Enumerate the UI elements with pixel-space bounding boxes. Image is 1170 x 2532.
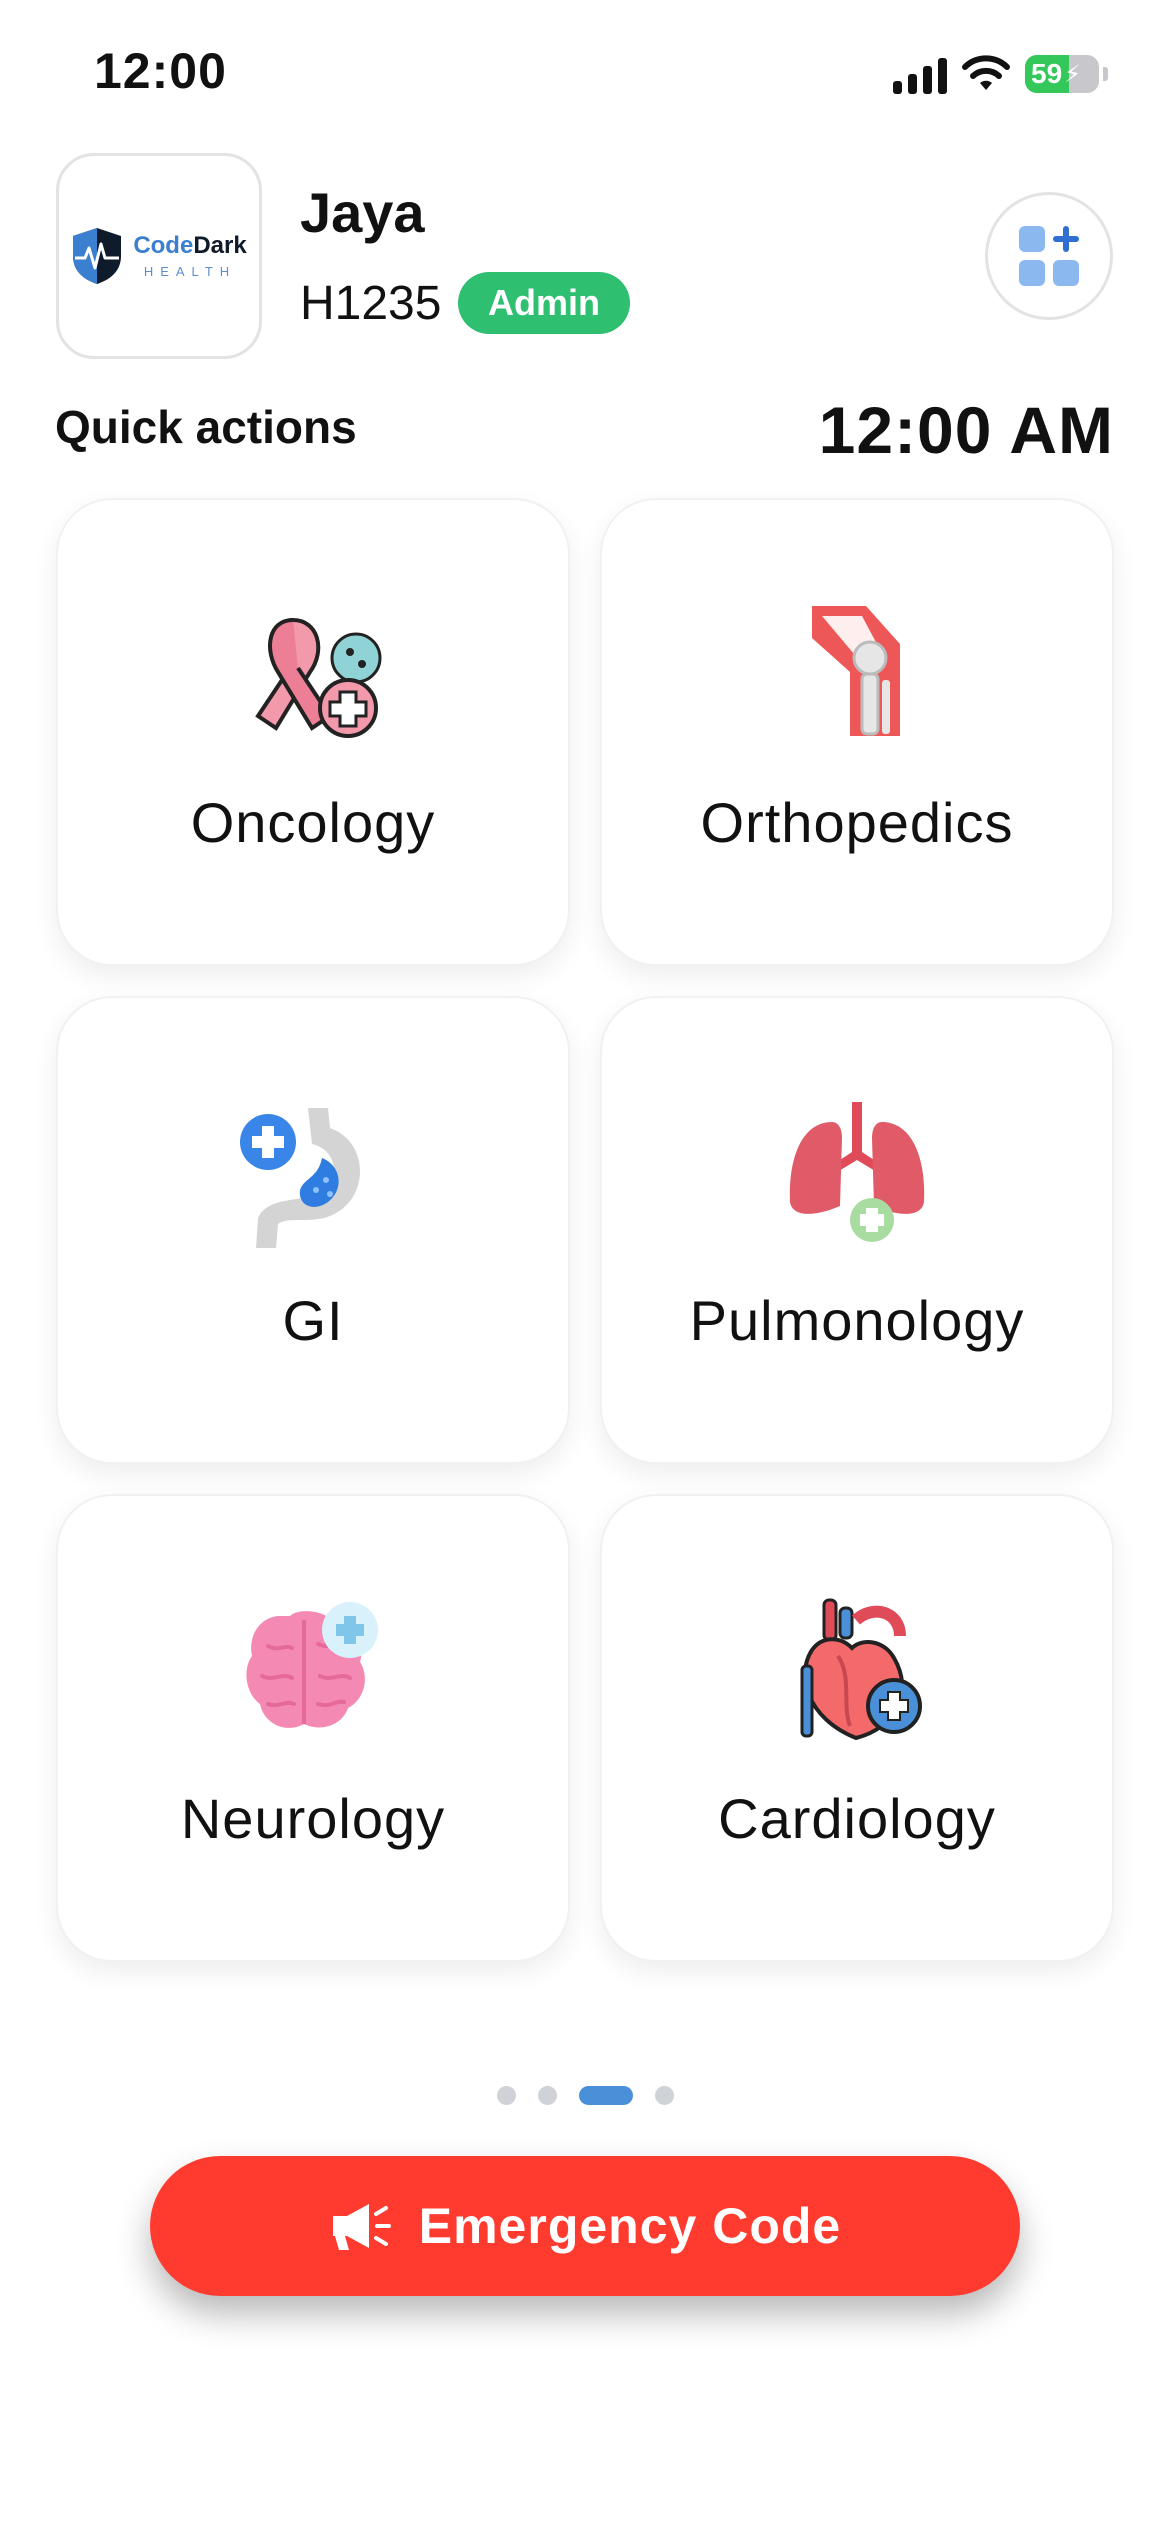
emergency-code-label: Emergency Code xyxy=(418,2198,842,2254)
wifi-icon xyxy=(962,55,1010,90)
brain-icon xyxy=(246,1602,378,1728)
cellular-signal-icon xyxy=(893,54,947,94)
grid-plus-icon xyxy=(1019,226,1079,286)
quick-actions-grid: Oncology Orthopedics GI Pulmonology Neur… xyxy=(56,498,1114,1962)
card-label-cardiology: Cardiology xyxy=(718,1787,996,1850)
card-label-orthopedics: Orthopedics xyxy=(700,791,1014,854)
logo-subtitle: HEALTH xyxy=(143,263,237,279)
user-id: H1235 xyxy=(300,277,442,330)
app-logo: CodeDark HEALTH xyxy=(56,153,262,359)
knee-joint-icon xyxy=(812,606,900,736)
page-dot-1[interactable] xyxy=(496,2086,516,2105)
status-bar: 12:00 59 ⚡ xyxy=(0,0,1170,150)
card-orthopedics[interactable]: Orthopedics xyxy=(600,498,1114,966)
heart-icon xyxy=(800,1598,922,1741)
card-cardiology[interactable]: Cardiology xyxy=(600,1494,1114,1962)
card-label-oncology: Oncology xyxy=(190,791,436,854)
lungs-icon xyxy=(789,1102,925,1242)
megaphone-icon xyxy=(332,2204,391,2250)
card-pulmonology[interactable]: Pulmonology xyxy=(600,996,1114,1464)
quick-actions-title: Quick actions xyxy=(55,401,357,453)
page-indicator[interactable] xyxy=(0,2086,1170,2105)
cancer-ribbon-icon xyxy=(255,617,382,738)
page-dot-4[interactable] xyxy=(654,2086,674,2105)
page-dot-3-active[interactable] xyxy=(578,2086,633,2105)
battery-icon: 59 ⚡ xyxy=(1025,55,1099,93)
current-time: 12:00 AM xyxy=(818,393,1114,467)
card-oncology[interactable]: Oncology xyxy=(56,498,570,966)
page-dot-2[interactable] xyxy=(537,2086,557,2105)
stomach-icon xyxy=(240,1108,360,1248)
battery-level: 59 xyxy=(1031,58,1063,89)
card-label-gi: GI xyxy=(282,1289,344,1352)
logo-text-code: Code xyxy=(133,231,194,259)
add-app-button[interactable] xyxy=(985,192,1113,320)
card-label-pulmonology: Pulmonology xyxy=(689,1289,1025,1352)
logo-text-dark: Dark xyxy=(193,231,247,259)
status-time: 12:00 xyxy=(94,43,227,99)
card-neurology[interactable]: Neurology xyxy=(56,1494,570,1962)
role-badge: Admin xyxy=(458,272,630,334)
user-name: Jaya xyxy=(300,181,425,244)
emergency-code-button[interactable]: Emergency Code xyxy=(150,2156,1020,2296)
status-icons: 59 ⚡ xyxy=(893,50,1108,98)
shield-heartbeat-icon xyxy=(73,228,122,284)
card-gi[interactable]: GI xyxy=(56,996,570,1464)
card-label-neurology: Neurology xyxy=(180,1787,446,1850)
